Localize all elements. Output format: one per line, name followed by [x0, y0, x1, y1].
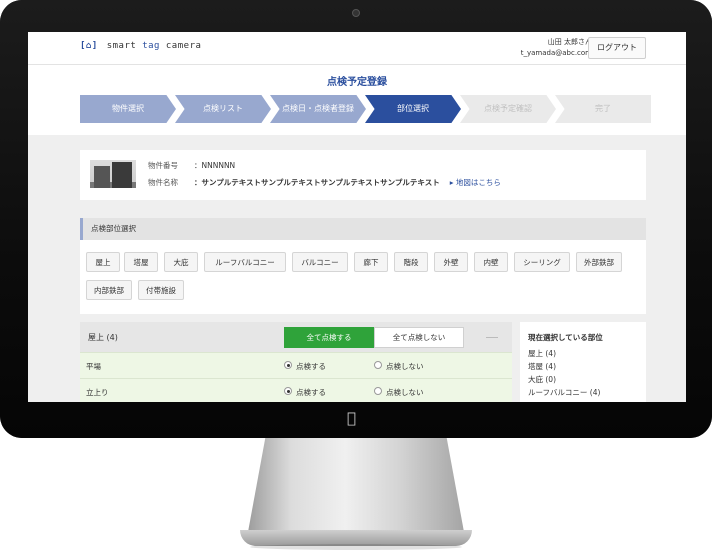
title-bar: 点検予定登録 物件選択 点検リスト 点検日・点検者登録 部位選択 点検予定確認 … [28, 65, 686, 135]
radio-inspect[interactable] [284, 361, 292, 369]
radio-no-inspect-label: 点検しない [386, 388, 424, 397]
selected-part-item: 大庇 (0) [528, 375, 557, 384]
selected-part-item: 屋上 (4) [528, 349, 557, 358]
part-chip[interactable]: 内部鉄部 [86, 280, 132, 300]
property-name-value: ：サンプルテキストサンプルテキストサンプルテキストサンプルテキスト [194, 178, 440, 187]
part-chip[interactable]: 屋上 [86, 252, 120, 272]
user-email: t_yamada@abc.com [520, 49, 592, 57]
part-chip[interactable]: 外部鉄部 [576, 252, 622, 272]
radio-no-inspect[interactable] [374, 361, 382, 369]
property-number-value: ：NNNNNN [194, 161, 236, 170]
row-name: 平場 [86, 362, 101, 371]
check-none-button[interactable]: 全て点検しない [374, 327, 464, 348]
part-chip[interactable]: 付帯施設 [138, 280, 184, 300]
step-1[interactable]: 物件選択 [80, 95, 176, 123]
logout-button[interactable]: ログアウト [588, 37, 646, 59]
part-chip[interactable]: ルーフバルコニー [204, 252, 286, 272]
map-link[interactable]: ▸ 地図はこちら [450, 178, 501, 187]
parts-section-title: 点検部位選択 [80, 218, 646, 240]
radio-inspect[interactable] [284, 387, 292, 395]
check-all-button[interactable]: 全て点検する [284, 327, 374, 348]
table-row: 平場 点検する 点検しない [80, 352, 512, 379]
radio-inspect-label: 点検する [296, 388, 326, 397]
monitor-stand [248, 438, 464, 532]
step-5: 点検予定確認 [460, 95, 556, 123]
part-detail-table: 屋上 (4) 全て点検する 全て点検しない 平場 点検する 点検しない 立上り … [80, 322, 512, 402]
property-name-label: 物件名称 [148, 178, 178, 187]
radio-inspect-label: 点検する [296, 362, 326, 371]
parts-selection-card: 点検部位選択 屋上 塔屋 大庇 ルーフバルコニー バルコニー 廊下 階段 外壁 … [80, 218, 646, 314]
selected-part-item: 塔屋 (4) [528, 362, 557, 371]
step-3[interactable]: 点検日・点検者登録 [270, 95, 366, 123]
table-header: 屋上 (4) 全て点検する 全て点検しない [80, 322, 512, 352]
part-chip[interactable]: 外壁 [434, 252, 468, 272]
selected-parts-panel: 現在選択している部位 屋上 (4) 塔屋 (4) 大庇 (0) ルーフバルコニー… [520, 322, 646, 402]
part-chip[interactable]: 塔屋 [124, 252, 158, 272]
part-chip[interactable]: バルコニー [292, 252, 348, 272]
page-title: 点検予定登録 [327, 77, 387, 88]
step-6: 完了 [555, 95, 651, 123]
logo-text-tag: tag [142, 41, 160, 51]
part-chip[interactable]: 廊下 [354, 252, 388, 272]
apple-icon:  [347, 409, 356, 427]
main-content: 物件番号 ：NNNNNN 物件名称 ：サンプルテキストサンプルテキストサンプルテキス… [28, 136, 686, 402]
row-name: 立上り [86, 388, 109, 397]
table-row: 立上り 点検する 点検しない [80, 378, 512, 402]
screen: [⌂] smart tag camera 山田 太郎さん t_yamada@ab… [28, 32, 686, 402]
thumbnail-building-left [94, 166, 110, 188]
thumbnail-building-right [112, 162, 132, 188]
part-chip[interactable]: 大庇 [164, 252, 198, 272]
part-chip[interactable]: シーリング [514, 252, 570, 272]
step-2[interactable]: 点検リスト [175, 95, 271, 123]
radio-no-inspect-label: 点検しない [386, 362, 424, 371]
property-number-label: 物件番号 [148, 161, 178, 170]
building-thumbnail [90, 160, 136, 188]
radio-no-inspect[interactable] [374, 387, 382, 395]
selected-part-item: ルーフバルコニー (4) [528, 388, 601, 397]
camera-icon: [⌂] [80, 41, 98, 51]
table-title: 屋上 (4) [88, 333, 118, 342]
part-chip[interactable]: 内壁 [474, 252, 508, 272]
collapse-icon[interactable] [486, 337, 498, 338]
user-name: 山田 太郎さん [547, 38, 592, 46]
selected-panel-title: 現在選択している部位 [528, 333, 603, 342]
part-chip[interactable]: 階段 [394, 252, 428, 272]
logo-text-camera: camera [165, 41, 202, 51]
stand-shadow [250, 544, 462, 550]
property-card: 物件番号 ：NNNNNN 物件名称 ：サンプルテキストサンプルテキストサンプルテキス… [80, 150, 646, 200]
property-name-row: 物件名称 ：サンプルテキストサンプルテキストサンプルテキストサンプルテキスト ▸ 地… [148, 177, 501, 188]
webcam-icon [352, 9, 360, 17]
monitor-bezel:  [⌂] smart tag camera 山田 太郎さん t_yamada@… [0, 0, 712, 438]
progress-steps: 物件選択 点検リスト 点検日・点検者登録 部位選択 点検予定確認 完了 [80, 95, 651, 123]
property-number-row: 物件番号 ：NNNNNN [148, 160, 235, 171]
logo[interactable]: [⌂] smart tag camera [80, 41, 201, 51]
logo-text-smart: smart [106, 41, 137, 51]
step-4[interactable]: 部位選択 [365, 95, 461, 123]
user-info: 山田 太郎さん t_yamada@abc.com [521, 37, 592, 59]
app-header: [⌂] smart tag camera 山田 太郎さん t_yamada@ab… [28, 32, 686, 65]
